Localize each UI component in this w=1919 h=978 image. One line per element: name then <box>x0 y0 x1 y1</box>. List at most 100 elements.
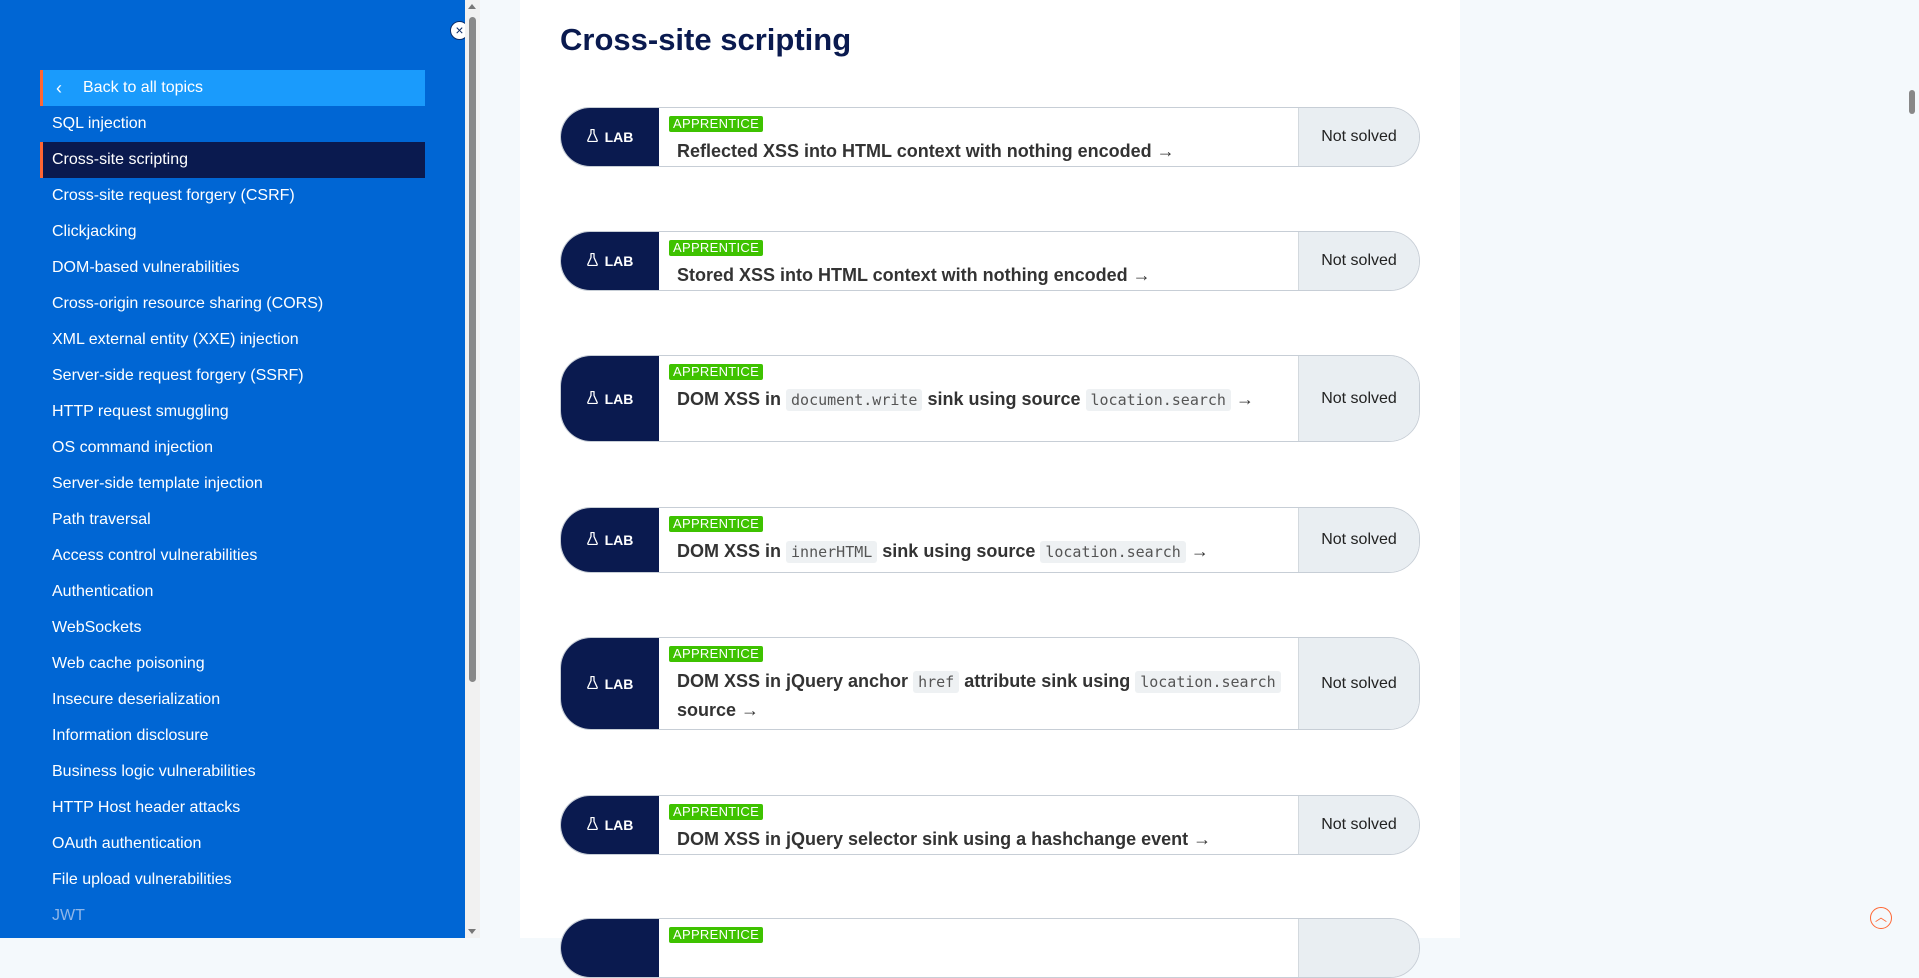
sidebar-item-path-traversal[interactable]: Path traversal <box>40 502 425 538</box>
lab-title-link[interactable]: DOM XSS in document.write sink using sou… <box>669 385 1288 414</box>
sidebar-item-clickjacking[interactable]: Clickjacking <box>40 214 425 250</box>
lab-tag <box>561 919 659 977</box>
lab-title-text: DOM XSS in <box>677 389 787 409</box>
sidebar-item-business-logic-vulnerabilities[interactable]: Business logic vulnerabilities <box>40 754 425 790</box>
lab-card[interactable]: APPRENTICE <box>560 918 1420 978</box>
lab-title-text: sink using source <box>922 389 1086 409</box>
flask-icon <box>586 675 598 692</box>
lab-tag-label: LAB <box>604 817 634 833</box>
level-badge: APPRENTICE <box>669 116 764 132</box>
lab-title-link[interactable]: Stored XSS into HTML context with nothin… <box>669 261 1288 289</box>
lab-title-text: DOM XSS in <box>677 541 787 561</box>
sidebar-item-oauth-authentication[interactable]: OAuth authentication <box>40 826 425 862</box>
lab-title-text: Reflected XSS into HTML context with not… <box>677 141 1175 161</box>
level-badge: APPRENTICE <box>669 804 764 820</box>
sidebar-item-dom-based-vulnerabilities[interactable]: DOM-based vulnerabilities <box>40 250 425 286</box>
lab-tag: LAB <box>561 356 659 441</box>
sidebar-item-websockets[interactable]: WebSockets <box>40 610 425 646</box>
sidebar-item-http-host-header-attacks[interactable]: HTTP Host header attacks <box>40 790 425 826</box>
lab-title-text: → <box>1230 389 1254 409</box>
level-badge: APPRENTICE <box>669 364 764 380</box>
sidebar-item-sql-injection[interactable]: SQL injection <box>40 106 425 142</box>
lab-title-text: Stored XSS into HTML context with nothin… <box>677 265 1151 285</box>
lab-tag-label: LAB <box>604 253 634 269</box>
code-snippet: innerHTML <box>786 541 878 563</box>
sidebar-item-information-disclosure[interactable]: Information disclosure <box>40 718 425 754</box>
sidebar-scrollbar-thumb[interactable] <box>469 17 476 682</box>
scroll-to-top-icon[interactable]: ︿ <box>1870 907 1892 929</box>
lab-tag: LAB <box>561 108 659 166</box>
flask-icon <box>586 129 598 145</box>
lab-card[interactable]: LAB APPRENTICE DOM XSS in document.write s… <box>560 355 1420 442</box>
flask-icon <box>586 390 598 407</box>
sidebar-item-xml-external-entity-xxe-injection[interactable]: XML external entity (XXE) injection <box>40 322 425 358</box>
sidebar-item-jwt[interactable]: JWT <box>40 898 425 934</box>
sidebar-item-web-cache-poisoning[interactable]: Web cache poisoning <box>40 646 425 682</box>
chevron-left-icon: ‹ <box>56 78 62 98</box>
lab-status <box>1298 919 1419 977</box>
lab-tag: LAB <box>561 508 659 572</box>
lab-title-link[interactable]: DOM XSS in jQuery selector sink using a … <box>669 825 1288 853</box>
lab-body: APPRENTICE <box>659 919 1298 977</box>
lab-title-text: source → <box>677 700 760 720</box>
lab-card[interactable]: LAB APPRENTICE Reflected XSS into HTML con… <box>560 107 1420 167</box>
sidebar-item-server-side-template-injection[interactable]: Server-side template injection <box>40 466 425 502</box>
lab-status: Not solved <box>1298 232 1419 290</box>
lab-title-link[interactable]: Reflected XSS into HTML context with not… <box>669 137 1288 165</box>
code-snippet: location.search <box>1135 671 1281 693</box>
sidebar-item-os-command-injection[interactable]: OS command injection <box>40 430 425 466</box>
lab-body: APPRENTICE DOM XSS in innerHTML sink usin… <box>659 508 1298 572</box>
lab-card[interactable]: LAB APPRENTICE Stored XSS into HTML contex… <box>560 231 1420 291</box>
lab-tag: LAB <box>561 638 659 729</box>
lab-card[interactable]: LAB APPRENTICE DOM XSS in innerHTML sink u… <box>560 507 1420 573</box>
sidebar: × ‹ Back to all topics SQL injection Cros… <box>0 0 469 938</box>
sidebar-item-insecure-deserialization[interactable]: Insecure deserialization <box>40 682 425 718</box>
lab-title-link[interactable]: DOM XSS in innerHTML sink using source l… <box>669 537 1288 566</box>
sidebar-item-server-side-request-forgery-ssrf[interactable]: Server-side request forgery (SSRF) <box>40 358 425 394</box>
flask-icon <box>586 253 598 269</box>
lab-card[interactable]: LAB APPRENTICE DOM XSS in jQuery anchor hr… <box>560 637 1420 730</box>
sidebar-item-cross-site-scripting[interactable]: Cross-site scripting <box>40 142 425 178</box>
lab-card[interactable]: LAB APPRENTICE DOM XSS in jQuery selector … <box>560 795 1420 855</box>
lab-body: APPRENTICE DOM XSS in jQuery selector sin… <box>659 796 1298 854</box>
lab-status: Not solved <box>1298 508 1419 572</box>
lab-status: Not solved <box>1298 108 1419 166</box>
flask-icon <box>586 817 598 833</box>
lab-tag-label: LAB <box>604 129 634 145</box>
code-snippet: document.write <box>786 389 923 411</box>
level-badge: APPRENTICE <box>669 516 764 532</box>
level-badge: APPRENTICE <box>669 646 764 662</box>
code-snippet: location.search <box>1085 389 1231 411</box>
sidebar-item-http-request-smuggling[interactable]: HTTP request smuggling <box>40 394 425 430</box>
code-snippet: location.search <box>1040 541 1186 563</box>
sidebar-item-access-control-vulnerabilities[interactable]: Access control vulnerabilities <box>40 538 425 574</box>
scroll-up-arrow-icon[interactable] <box>468 4 476 9</box>
lab-tag-label: LAB <box>604 390 634 407</box>
lab-title-link[interactable]: DOM XSS in jQuery anchor href attribute … <box>669 667 1288 724</box>
sidebar-item-file-upload-vulnerabilities[interactable]: File upload vulnerabilities <box>40 862 425 898</box>
lab-tag: LAB <box>561 232 659 290</box>
page-scrollbar-thumb[interactable] <box>1909 90 1915 114</box>
back-link-label: Back to all topics <box>83 79 204 96</box>
lab-tag-label: LAB <box>604 532 634 548</box>
lab-body: APPRENTICE Stored XSS into HTML context w… <box>659 232 1298 290</box>
lab-body: APPRENTICE Reflected XSS into HTML contex… <box>659 108 1298 166</box>
lab-title-text: attribute sink using <box>959 671 1136 691</box>
page-scrollbar[interactable] <box>1904 0 1919 938</box>
sidebar-item-authentication[interactable]: Authentication <box>40 574 425 610</box>
lab-status: Not solved <box>1298 638 1419 729</box>
lab-title-text: sink using source <box>877 541 1041 561</box>
code-snippet: href <box>913 671 960 693</box>
lab-status: Not solved <box>1298 356 1419 441</box>
lab-status: Not solved <box>1298 796 1419 854</box>
lab-title-text: DOM XSS in jQuery anchor <box>677 671 914 691</box>
level-badge: APPRENTICE <box>669 927 764 943</box>
sidebar-item-cross-origin-resource-sharing-cors[interactable]: Cross-origin resource sharing (CORS) <box>40 286 425 322</box>
lab-body: APPRENTICE DOM XSS in document.write sink… <box>659 356 1298 441</box>
back-to-topics-link[interactable]: ‹ Back to all topics <box>40 70 425 106</box>
scroll-down-arrow-icon[interactable] <box>468 929 476 934</box>
sidebar-item-cross-site-request-forgery-csrf[interactable]: Cross-site request forgery (CSRF) <box>40 178 425 214</box>
topic-nav-list: SQL injection Cross-site scripting Cross-s… <box>40 106 425 934</box>
level-badge: APPRENTICE <box>669 240 764 256</box>
flask-icon <box>586 532 598 548</box>
